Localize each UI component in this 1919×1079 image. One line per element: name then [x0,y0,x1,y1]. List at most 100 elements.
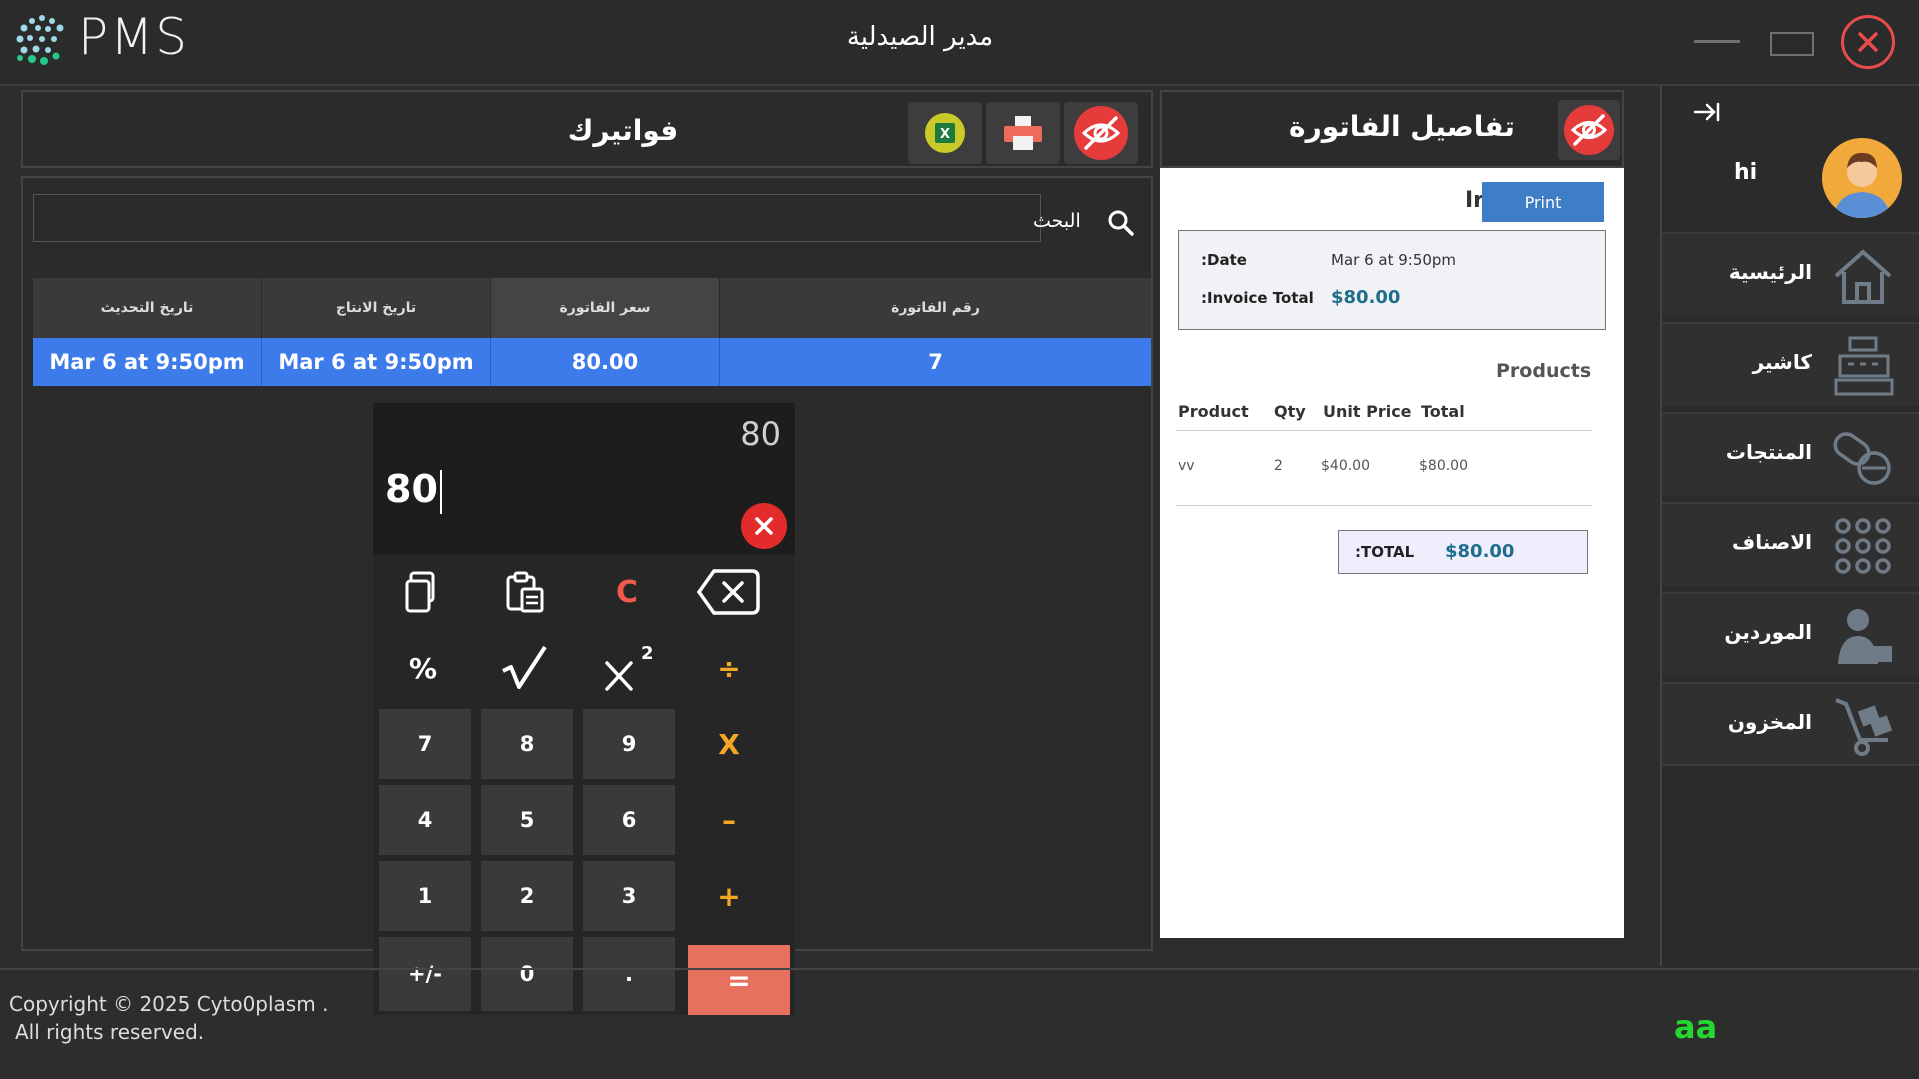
cell-number: 7 [720,338,1151,386]
digit-8-button[interactable]: 8 [481,709,573,779]
close-window-button[interactable] [1841,15,1895,69]
paste-icon [506,571,544,613]
sidebar-item-label: الاصناف [1732,530,1812,554]
copy-icon [405,571,435,613]
plus-button[interactable]: + [681,861,777,931]
search-label: البحث [1033,210,1081,232]
pills-icon [1833,432,1891,485]
percent-button[interactable]: % [375,633,471,703]
invoice-total-label: :Invoice Total [1201,289,1314,307]
calculator-clear-display-button[interactable] [741,503,787,549]
column-header-updated[interactable]: تاريخ التحديث [33,278,262,338]
digit-6-button[interactable]: 6 [583,785,675,855]
backspace-icon [696,569,760,615]
products-column-product: Product [1178,402,1249,421]
digit-9-button[interactable]: 9 [583,709,675,779]
cell-price: 80.00 [491,338,720,386]
sidebar-item-label: الرئيسية [1728,260,1812,284]
avatar [1822,138,1902,218]
column-header-price[interactable]: سعر الفاتورة [491,278,720,338]
square-button[interactable]: 2 [579,633,675,703]
clear-button[interactable]: C [579,557,675,627]
eye-off-icon [1074,106,1128,160]
calculator-display: 80 80 [373,403,795,555]
invoice-info-box: :Date Mar 6 at 9:50pm :Invoice Total $80… [1178,230,1606,330]
column-header-created[interactable]: تاريخ الانتاج [262,278,491,338]
calculator-previous-value: 80 [740,415,781,453]
logo-text: PMS [78,8,190,66]
column-header-number[interactable]: رقم الفاتورة [720,278,1151,338]
supplier-icon [1838,609,1892,664]
equals-button[interactable]: = [688,945,790,1015]
sidebar-item-label: المخزون [1727,710,1812,734]
user-name: hi [1734,160,1758,185]
hide-invoices-button[interactable] [1064,102,1138,164]
product-qty: 2 [1274,458,1283,474]
sidebar-item-inventory[interactable]: المخزون [1662,682,1919,766]
sidebar-item-label: كاشير [1752,350,1812,374]
square-root-icon [502,645,547,689]
divide-button[interactable]: ÷ [681,633,777,703]
collapse-sidebar-icon[interactable] [1692,100,1722,124]
sidebar-item-categories[interactable]: الاصناف [1662,502,1919,586]
svg-text:X: X [940,127,950,142]
user-avatar-icon [1822,138,1902,218]
sidebar-item-products[interactable]: المنتجات [1662,412,1919,496]
products-column-unit-price: Unit Price [1323,402,1412,421]
square-root-button[interactable] [477,633,573,703]
export-excel-button[interactable]: X [908,102,982,164]
x-squared-icon: 2 [605,643,654,691]
home-icon [1834,249,1892,304]
grid-icon [1835,518,1891,574]
sidebar: hi الرئيسية كاشير المنتجات الاصناف المور… [1660,86,1919,966]
digit-0-button[interactable]: 0 [481,937,573,1011]
search-icon[interactable] [1106,208,1136,238]
sidebar-item-home[interactable]: الرئيسية [1662,232,1919,316]
digit-4-button[interactable]: 4 [379,785,471,855]
date-value: Mar 6 at 9:50pm [1331,251,1457,269]
multiply-button[interactable]: X [681,709,777,779]
calculator-current-value: 80 [385,467,438,511]
digit-5-button[interactable]: 5 [481,785,573,855]
print-button[interactable]: Print [1482,182,1604,222]
paste-button[interactable] [477,557,573,627]
print-invoices-button[interactable] [986,102,1060,164]
search-input[interactable] [33,194,1041,242]
invoice-details-header: تفاصيل الفاتورة [1160,90,1624,168]
digit-3-button[interactable]: 3 [583,861,675,931]
logo-icon [16,15,64,65]
backspace-button[interactable] [681,557,777,627]
date-label: :Date [1201,251,1247,269]
minus-button[interactable]: – [681,785,777,855]
rights-text: All rights reserved. [15,1020,205,1044]
eye-off-icon [1564,105,1614,155]
digit-1-button[interactable]: 1 [379,861,471,931]
invoices-header: فواتيرك X [21,90,1153,168]
products-column-total: Total [1421,402,1465,421]
digit-2-button[interactable]: 2 [481,861,573,931]
footer-divider [0,968,1919,970]
copy-button[interactable] [375,557,471,627]
close-icon [1858,32,1878,52]
hide-details-button[interactable] [1558,100,1620,160]
digit-7-button[interactable]: 7 [379,709,471,779]
decimal-button[interactable]: . [583,937,675,1011]
maximize-button[interactable] [1770,32,1814,56]
sidebar-item-suppliers[interactable]: الموردين [1662,592,1919,676]
sidebar-item-cashier[interactable]: كاشير [1662,322,1919,406]
invoice-details-panel: Ir Print :Date Mar 6 at 9:50pm :Invoice … [1160,168,1624,938]
svg-text:2: 2 [641,643,654,664]
title-bar: PMS مدير الصيدلية [0,0,1919,86]
footer-tag: aa [1674,1008,1718,1046]
negate-button[interactable]: +/- [379,937,471,1011]
divider [1176,505,1592,506]
minimize-button[interactable] [1694,40,1740,43]
table-row[interactable]: Mar 6 at 9:50pm Mar 6 at 9:50pm 80.00 7 [33,338,1151,388]
invoices-table-header: تاريخ التحديث تاريخ الانتاج سعر الفاتورة… [33,278,1151,338]
invoices-title: فواتيرك [567,114,679,147]
printer-icon [1004,116,1042,150]
cell-created: Mar 6 at 9:50pm [262,338,491,386]
calculator-input[interactable]: 80 [385,467,442,514]
window-title: مدير الصيدلية [846,22,994,52]
calculator: 80 80 C % 2 ÷ 7 8 9 X 4 5 6 – 1 2 3 + +/… [373,403,795,1015]
